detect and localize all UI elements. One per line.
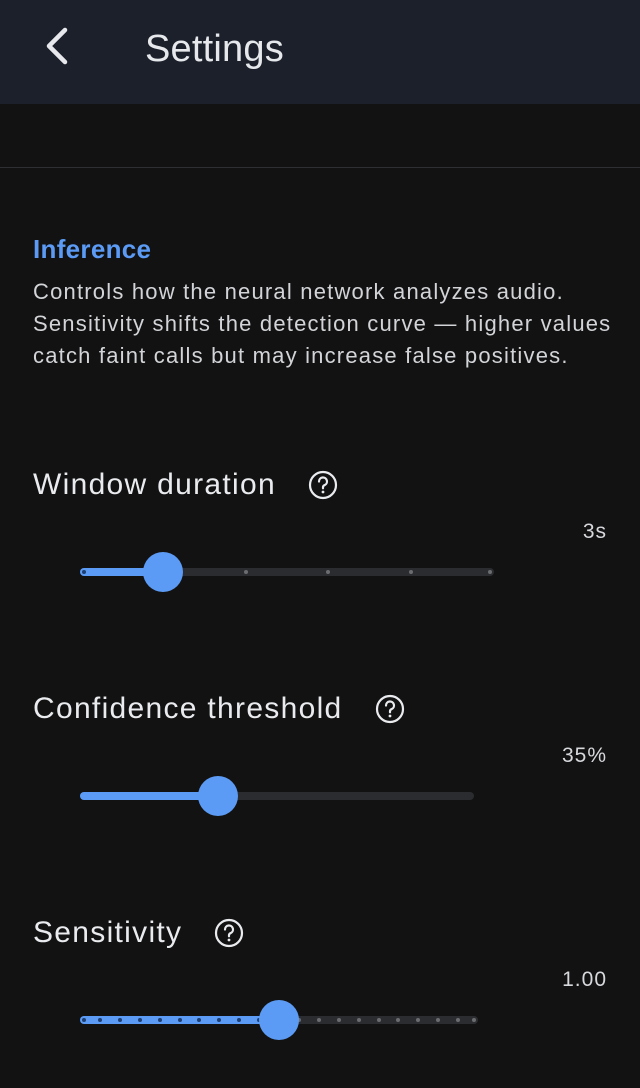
slider-step-tick xyxy=(472,1018,476,1022)
slider-step-tick xyxy=(356,1018,361,1022)
slider-step-tick xyxy=(117,1018,122,1022)
divider xyxy=(0,167,640,168)
chevron-left-icon xyxy=(41,24,71,73)
setting-label-text: Confidence threshold xyxy=(33,692,343,725)
slider-step-tick xyxy=(82,1018,86,1022)
section-header-inference: Inference xyxy=(33,234,152,264)
confidence-threshold-value: 35% xyxy=(561,744,607,767)
page-title: Settings xyxy=(145,28,284,70)
window-duration-value: 3s xyxy=(582,520,607,543)
sensitivity-label: Sensitivity xyxy=(33,913,244,953)
window-duration-slider[interactable] xyxy=(80,550,494,594)
app-bar: Settings xyxy=(0,0,640,104)
help-icon[interactable] xyxy=(375,694,405,724)
slider-step-tick xyxy=(97,1018,102,1022)
slider-step-tick xyxy=(336,1018,341,1022)
slider-step-tick xyxy=(82,570,86,574)
confidence-threshold-label: Confidence threshold xyxy=(33,689,405,729)
slider-step-tick xyxy=(157,1018,162,1022)
section-description: Controls how the neural network analyzes… xyxy=(33,279,612,368)
slider-step-tick xyxy=(488,570,492,574)
sensitivity-value: 1.00 xyxy=(562,968,607,991)
sensitivity-slider[interactable] xyxy=(80,998,478,1042)
slider-step-tick xyxy=(316,1018,321,1022)
settings-screen: Settings Inference Controls how the neur… xyxy=(0,0,640,1088)
slider-thumb[interactable] xyxy=(197,776,238,816)
confidence-threshold-slider[interactable] xyxy=(80,774,474,818)
slider-step-tick xyxy=(137,1018,142,1022)
setting-label-text: Sensitivity xyxy=(33,916,183,949)
setting-label-text: Window duration xyxy=(33,468,276,501)
help-icon[interactable] xyxy=(214,918,244,948)
slider-thumb[interactable] xyxy=(259,1000,299,1040)
window-duration-label: Window duration xyxy=(33,465,338,505)
slider-step-tick xyxy=(177,1018,182,1022)
slider-thumb[interactable] xyxy=(142,552,183,592)
slider-step-tick xyxy=(243,570,248,574)
back-button[interactable] xyxy=(28,20,84,76)
help-icon[interactable] xyxy=(308,470,338,500)
slider-step-tick xyxy=(376,1018,381,1022)
